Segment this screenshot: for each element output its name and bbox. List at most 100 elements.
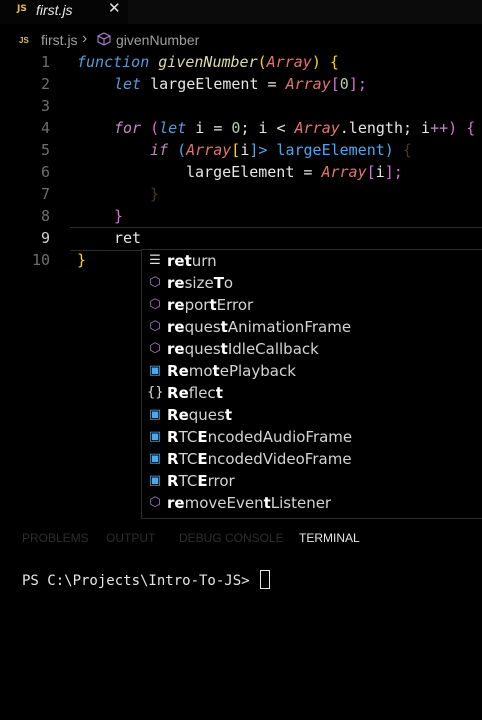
suggestion-item[interactable]: ▣ RemotePlayback [142, 360, 482, 382]
bracket-token: ) [448, 119, 467, 137]
code-line-1: function givenNumber(Array) { [77, 53, 339, 71]
line-number: 10 [31, 251, 50, 269]
parameter-token: Array [321, 163, 367, 181]
method-icon: ⬡ [149, 341, 161, 356]
code-token: largeElement = [141, 75, 286, 93]
suggestion-item[interactable]: ▣ RTCEncodedAudioFrame [142, 426, 482, 448]
bracket-token: ( [150, 119, 160, 137]
suggestion-label: reportError [167, 296, 254, 314]
suggestion-label: return [167, 252, 217, 270]
line-number-active: 9 [40, 229, 50, 247]
code-line-10: } [77, 251, 87, 269]
tab-terminal[interactable]: TERMINAL [299, 531, 360, 545]
parameter-token: Array [266, 53, 312, 71]
variable-icon: ▣ [148, 451, 162, 466]
terminal[interactable]: PS C:\Projects\Intro-To-JS> [22, 570, 271, 589]
variable-icon: ▣ [148, 407, 162, 422]
js-file-icon: JS [19, 36, 29, 45]
code-line-9: ret [114, 229, 142, 247]
suggestion-item[interactable]: ⬡ removeEventListener [142, 492, 482, 514]
bracket-token: ( [168, 141, 187, 159]
code-token: .length; i [339, 119, 431, 137]
code-line-6: largeElement = Array[i]; [186, 163, 403, 181]
suggestion-label: Reflect [167, 384, 223, 402]
suggestion-label: resizeTo [167, 274, 234, 292]
keyword-token: let [114, 75, 142, 93]
suggestion-item[interactable]: ☰ return [142, 250, 482, 272]
js-file-icon: JS [17, 4, 27, 14]
keyword-token: let [159, 119, 187, 137]
code-token: largeElement = [186, 163, 322, 181]
code-token: i [375, 163, 385, 181]
code-token: i [240, 141, 250, 159]
operator-token: ++ [430, 119, 449, 137]
suggestion-item[interactable]: ⬡ requestIdleCallback [142, 338, 482, 360]
suggestion-item[interactable]: ▣ RTCEncodedVideoFrame [142, 448, 482, 470]
suggestion-label: requestIdleCallback [167, 340, 319, 358]
namespace-icon: {} [147, 385, 164, 400]
parameter-token: Array [285, 75, 331, 93]
bracket-token: [ [330, 75, 340, 93]
suggestion-item[interactable]: ⬡ reportError [142, 294, 482, 316]
keyword-icon: ☰ [149, 253, 161, 268]
method-icon: ⬡ [149, 495, 161, 510]
variable-icon: ▣ [148, 473, 162, 488]
close-icon[interactable]: ✕ [108, 0, 121, 17]
method-icon: ⬡ [149, 297, 161, 312]
line-number: 7 [40, 185, 50, 203]
code-line-4: for (let i = 0; i < Array.length; i++) { [114, 119, 475, 137]
breadcrumb-symbol[interactable]: givenNumber [116, 32, 199, 48]
suggestion-label: RTCEncodedAudioFrame [167, 428, 353, 446]
line-number: 8 [40, 207, 50, 225]
terminal-cursor [260, 570, 271, 589]
tab-first-js[interactable]: JS first.js ✕ [0, 0, 128, 24]
breadcrumb: JS first.js › givenNumber [0, 28, 482, 50]
tab-label: first.js [36, 2, 73, 18]
suggestion-label: Request [167, 406, 232, 424]
line-number: 5 [40, 141, 50, 159]
code-line-2: let largeElement = Array[0]; [114, 75, 367, 93]
bracket-token: { [402, 141, 412, 159]
suggestion-label: removeEventListener [167, 494, 332, 512]
tab-output[interactable]: OUTPUT [106, 531, 155, 545]
suggestion-item[interactable]: {} Reflect [142, 382, 482, 404]
keyword-token: for [114, 119, 142, 137]
suggestion-item[interactable]: ▣ RTCError [142, 470, 482, 492]
line-number: 2 [40, 75, 50, 93]
suggestion-label: RTCEncodedVideoFrame [167, 450, 352, 468]
bracket-token: ]; [384, 163, 403, 181]
code-token: ]> largeElement) [249, 141, 403, 159]
suggestion-widget: ☰ return ⬡ resizeTo ⬡ reportError ⬡ requestA… [141, 249, 482, 519]
suggestion-item[interactable]: ⬡ resizeTo [142, 272, 482, 294]
cube-icon [97, 32, 111, 49]
chevron-right-icon: › [82, 30, 88, 47]
suggestion-item[interactable]: ⬡ requestAnimationFrame [142, 316, 482, 338]
code-line-8: } [114, 207, 124, 225]
bracket-token: [ [231, 141, 241, 159]
variable-icon: ▣ [148, 429, 162, 444]
terminal-prompt: PS C:\Projects\Intro-To-JS> [22, 573, 259, 589]
suggestion-label: requestAnimationFrame [167, 318, 352, 336]
method-icon: ⬡ [149, 319, 161, 334]
bracket-token: [ [366, 163, 376, 181]
line-number: 6 [40, 163, 50, 181]
tab-debug-console[interactable]: DEBUG CONSOLE [179, 531, 284, 545]
code-token: ; i < [240, 119, 295, 137]
line-number: 1 [40, 53, 50, 71]
function-name-token: givenNumber [158, 53, 258, 71]
panel-tab-bar: PROBLEMS OUTPUT DEBUG CONSOLE TERMINAL [0, 528, 482, 548]
suggestion-item[interactable]: ▣ Request [142, 404, 482, 426]
variable-icon: ▣ [148, 363, 162, 378]
code-line-5: if (Array[i]> largeElement) { [150, 141, 412, 159]
tab-problems[interactable]: PROBLEMS [22, 531, 89, 545]
parameter-token: Array [294, 119, 340, 137]
code-token: i = [186, 119, 232, 137]
bracket-token: ]; [348, 75, 367, 93]
bracket-token: ( [257, 53, 267, 71]
line-number: 3 [40, 97, 50, 115]
breadcrumb-file[interactable]: first.js [41, 32, 78, 48]
parameter-token: Array [186, 141, 232, 159]
method-icon: ⬡ [149, 275, 161, 290]
